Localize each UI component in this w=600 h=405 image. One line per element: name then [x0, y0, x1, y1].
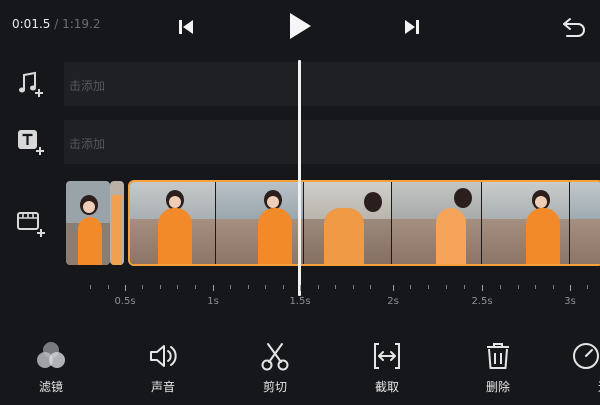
clip-thumbnail: [110, 181, 124, 265]
add-text-button[interactable]: [16, 128, 46, 156]
undo-icon: [563, 18, 585, 37]
add-video-button[interactable]: [16, 210, 46, 238]
clip-thumbnail: [130, 182, 216, 264]
previous-clip[interactable]: [66, 181, 126, 265]
time-display: 0:01.5 / 1:19.2: [12, 17, 101, 31]
volume-icon: [150, 345, 177, 367]
clip-thumbnail: [392, 182, 482, 264]
time-ruler: 0.5s 1s 1.5s 2s 2.5s 3s: [80, 282, 600, 312]
previous-button[interactable]: [172, 13, 200, 41]
video-add-icon: [17, 212, 45, 237]
top-bar: 0:01.5 / 1:19.2: [0, 0, 600, 55]
play-button[interactable]: [283, 9, 317, 43]
sound-button[interactable]: 声音: [128, 330, 198, 400]
skip-next-icon: [405, 20, 419, 34]
filter-button[interactable]: 滤镜: [16, 330, 86, 400]
ruler-label: 1s: [207, 296, 219, 307]
ruler-label: 0.5s: [114, 296, 136, 307]
text-track-area[interactable]: [64, 120, 600, 164]
speed-icon: [573, 343, 599, 369]
total-time: 1:19.2: [62, 17, 101, 31]
edit-toolbar: 滤镜 声音 剪切 截取 删除: [0, 330, 600, 405]
ruler-label: 2.5s: [471, 296, 493, 307]
text-track-hint: 击添加: [69, 137, 106, 151]
skip-previous-icon: [179, 20, 193, 34]
speed-label: 速: [584, 378, 600, 395]
text-add-icon: [18, 130, 44, 155]
filter-icon: [37, 342, 65, 368]
next-button[interactable]: [398, 13, 426, 41]
clip-thumbnail: [66, 181, 110, 265]
selected-video-clip[interactable]: [128, 180, 600, 266]
clip-thumbnail: [482, 182, 570, 264]
ruler-label: 1.5s: [289, 296, 311, 307]
delete-button[interactable]: 删除: [463, 330, 533, 400]
current-time: 0:01.5: [12, 17, 51, 31]
trash-icon: [487, 343, 509, 369]
music-track-hint: 击添加: [69, 79, 106, 93]
delete-label: 删除: [485, 380, 510, 394]
trim-icon: [374, 343, 400, 369]
ruler-label: 2s: [387, 296, 399, 307]
video-track: [66, 178, 600, 268]
add-music-button[interactable]: [16, 70, 46, 98]
clip-thumbnail: [304, 182, 392, 264]
cut-button[interactable]: 剪切: [240, 330, 310, 400]
music-track-area[interactable]: [64, 62, 600, 106]
sound-label: 声音: [150, 380, 175, 394]
clip-thumbnail: [216, 182, 304, 264]
time-separator: /: [54, 17, 59, 31]
ruler-label: 3s: [564, 296, 576, 307]
clip-thumbnail: [570, 182, 600, 264]
speed-button[interactable]: 速: [566, 330, 600, 400]
filter-label: 滤镜: [38, 380, 63, 394]
trim-label: 截取: [374, 380, 399, 394]
cut-label: 剪切: [262, 380, 287, 394]
undo-button[interactable]: [558, 11, 590, 43]
play-icon: [290, 13, 311, 39]
trim-button[interactable]: 截取: [352, 330, 422, 400]
music-note-add-icon: [19, 71, 43, 97]
playhead[interactable]: [298, 60, 301, 296]
scissors-icon: [261, 343, 289, 371]
